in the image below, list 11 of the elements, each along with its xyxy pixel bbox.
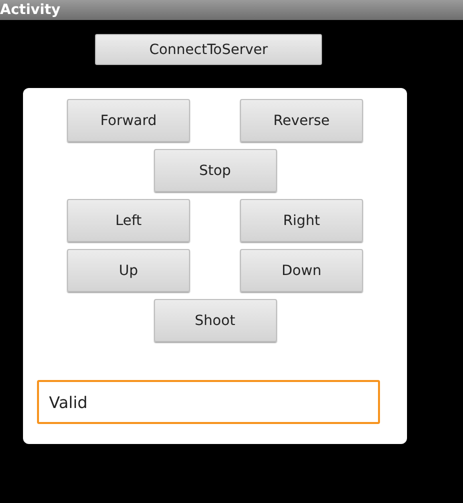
window-title: Activity [0, 0, 463, 20]
control-button[interactable]: Forward [67, 99, 190, 142]
control-button[interactable]: Stop [154, 149, 276, 192]
control-button[interactable]: Left [67, 199, 190, 242]
control-button[interactable]: Reverse [240, 99, 363, 142]
control-button[interactable]: Up [67, 249, 190, 292]
connect-button[interactable]: ConnectToServer [95, 34, 322, 65]
control-button[interactable]: Right [240, 199, 363, 242]
control-button[interactable]: Down [240, 249, 363, 292]
input-field[interactable]: Valid [37, 380, 380, 424]
control-button[interactable]: Shoot [154, 299, 276, 342]
